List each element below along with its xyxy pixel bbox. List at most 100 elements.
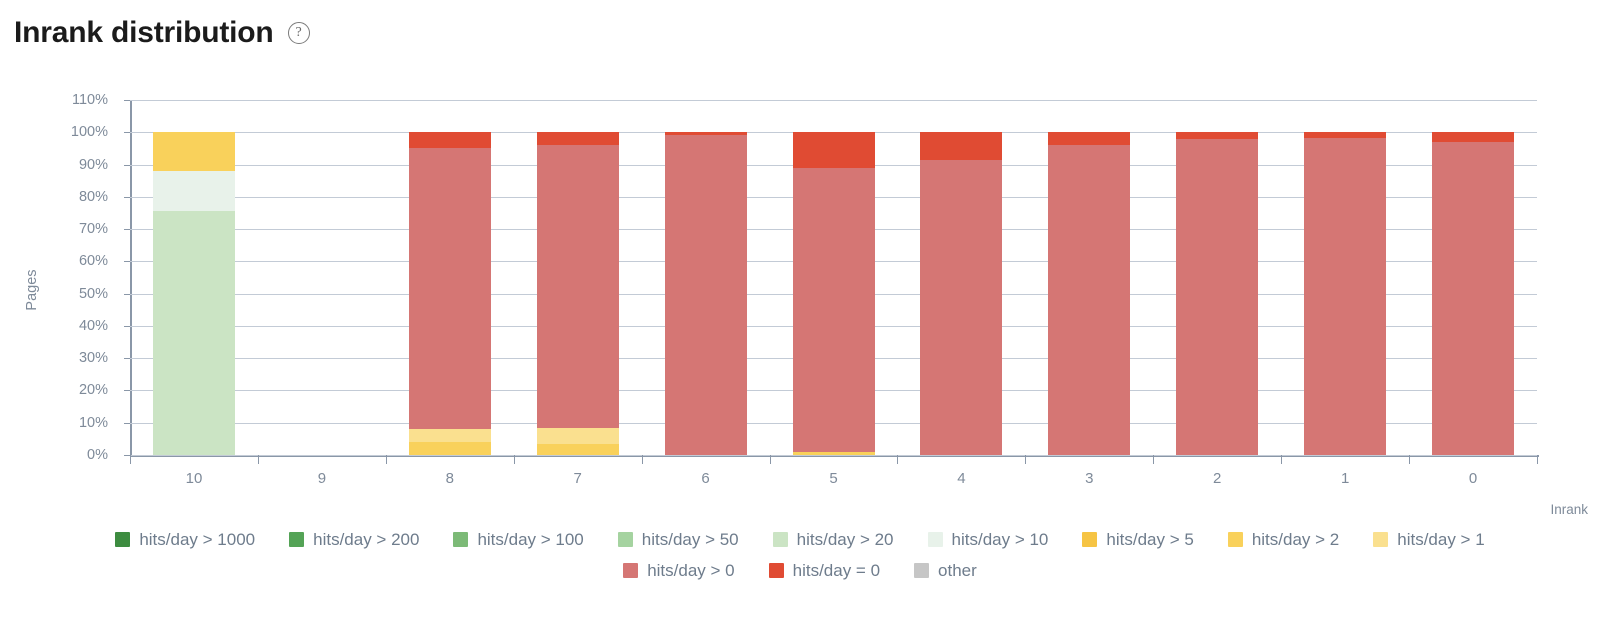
x-axis-tick-mark xyxy=(1409,455,1411,464)
bar-segment[interactable] xyxy=(536,427,619,444)
legend-label: hits/day > 0 xyxy=(647,560,735,580)
bar-segment[interactable] xyxy=(408,442,491,455)
bar-segment[interactable] xyxy=(536,132,619,146)
bar-stack[interactable] xyxy=(281,100,363,455)
bar-stack[interactable] xyxy=(536,100,619,455)
y-axis-tick-label: 70% xyxy=(78,221,108,238)
bar-stack[interactable] xyxy=(792,100,875,455)
legend-item[interactable]: hits/day > 2 xyxy=(1227,530,1339,550)
x-axis-tick-mark xyxy=(641,455,643,464)
bar-segment[interactable] xyxy=(152,132,235,171)
legend-row: hits/day > 1000 hits/day > 200 hits/day > … xyxy=(0,524,1600,555)
y-axis-tick-label: 50% xyxy=(78,285,108,302)
x-axis-tick-mark xyxy=(1153,455,1155,464)
x-axis-title: Inrank xyxy=(1550,502,1588,517)
bar-segment[interactable] xyxy=(1432,132,1515,142)
y-axis-tick-mark xyxy=(124,293,130,295)
legend-color-swatch xyxy=(927,532,943,547)
y-axis-tick-mark xyxy=(124,164,130,166)
y-axis-tick-label: 0% xyxy=(87,447,108,463)
y-axis-tick-mark xyxy=(124,455,130,456)
bar-segment[interactable] xyxy=(664,134,747,455)
bar-stack[interactable] xyxy=(1048,100,1131,455)
x-axis-tick-mark xyxy=(1537,455,1538,464)
bar-stack[interactable] xyxy=(1432,100,1515,455)
x-axis-tick-label: 8 xyxy=(445,470,454,487)
legend-item[interactable]: hits/day > 1000 xyxy=(115,530,255,550)
x-axis-tick-mark xyxy=(257,455,259,464)
legend-label: other xyxy=(938,560,977,580)
x-axis-tick-mark xyxy=(769,455,771,464)
bar-segment[interactable] xyxy=(152,211,235,455)
bar-segment[interactable] xyxy=(920,159,1003,455)
bar-stack[interactable] xyxy=(152,100,235,455)
bar-stack[interactable] xyxy=(408,100,491,455)
legend-label: hits/day > 5 xyxy=(1106,529,1194,549)
bar-segment[interactable] xyxy=(536,443,619,455)
legend-label: hits/day > 200 xyxy=(313,529,420,549)
bar-segment[interactable] xyxy=(1432,141,1515,455)
bar-segment[interactable] xyxy=(1176,132,1259,139)
legend-color-swatch xyxy=(1373,532,1389,547)
bar-stack[interactable] xyxy=(920,100,1003,455)
x-axis-tick-mark xyxy=(897,455,899,464)
legend-item[interactable]: hits/day > 0 xyxy=(623,560,735,581)
legend-item[interactable]: hits/day > 50 xyxy=(617,529,739,550)
x-axis-tick-label: 0 xyxy=(1468,470,1478,487)
bar-segment[interactable] xyxy=(536,145,619,428)
legend-label: hits/day > 1 xyxy=(1397,529,1485,549)
legend-row: hits/day > 0 hits/day = 0 other xyxy=(0,555,1600,586)
x-axis-tick-mark xyxy=(513,455,515,464)
x-axis-tick-mark xyxy=(1281,455,1283,464)
inrank-distribution-chart: 0% 10% 20% 30% 40% 50% 60% 70% 80% 90% 100% 110% Pa… xyxy=(0,84,1600,517)
bar-segment[interactable] xyxy=(1176,138,1259,455)
legend-item[interactable]: other xyxy=(914,561,977,581)
y-axis-tick-mark xyxy=(124,358,130,360)
legend-label: hits/day = 0 xyxy=(792,560,881,580)
bar-segment[interactable] xyxy=(920,132,1003,160)
legend-color-swatch xyxy=(1082,532,1098,547)
x-axis-tick-label: 1 xyxy=(1340,470,1350,487)
bar-segment[interactable] xyxy=(1304,138,1387,455)
bar-stack[interactable] xyxy=(664,100,747,455)
legend-item[interactable]: hits/day > 100 xyxy=(453,529,584,550)
legend-item[interactable]: hits/day > 5 xyxy=(1082,529,1194,550)
bar-segment[interactable] xyxy=(408,429,491,443)
legend-label: hits/day > 100 xyxy=(477,529,584,549)
x-axis-tick-label: 6 xyxy=(701,470,710,487)
plot-area xyxy=(130,100,1537,456)
y-axis-tick-label: 20% xyxy=(78,382,108,399)
bar-segment[interactable] xyxy=(792,132,875,168)
legend-color-swatch xyxy=(617,532,633,547)
bar-segment[interactable] xyxy=(408,148,491,430)
bar-segment[interactable] xyxy=(1304,132,1387,139)
legend-item[interactable]: hits/day = 0 xyxy=(768,560,881,581)
question-mark-circle-icon[interactable]: ? xyxy=(287,22,310,44)
bar-segment[interactable] xyxy=(1048,145,1131,455)
y-axis-tick-label: 80% xyxy=(78,188,108,205)
y-axis-tick-mark xyxy=(124,325,130,327)
page-title: Inrank distribution xyxy=(14,16,274,49)
y-axis-title: Pages xyxy=(24,269,40,311)
x-axis-tick-label: 10 xyxy=(185,470,203,487)
bar-segment[interactable] xyxy=(664,132,747,135)
legend-color-swatch xyxy=(772,532,788,547)
bar-segment[interactable] xyxy=(792,451,875,455)
bar-stack[interactable] xyxy=(1176,100,1259,455)
y-axis-tick-mark xyxy=(124,132,130,134)
legend-item[interactable]: hits/day > 200 xyxy=(289,530,419,550)
legend-item[interactable]: hits/day > 1 xyxy=(1373,529,1485,550)
bar-segment[interactable] xyxy=(408,132,491,149)
x-axis-tick-label: 2 xyxy=(1213,470,1222,487)
y-axis-tick-label: 40% xyxy=(78,317,108,334)
legend-item[interactable]: hits/day > 10 xyxy=(927,530,1048,550)
y-axis-tick-mark xyxy=(124,196,130,198)
legend-color-swatch xyxy=(453,532,469,547)
legend-item[interactable]: hits/day > 20 xyxy=(772,530,894,550)
bar-segment[interactable] xyxy=(792,167,875,452)
legend-label: hits/day > 50 xyxy=(641,529,739,549)
bar-stack[interactable] xyxy=(1304,100,1387,455)
bar-segment[interactable] xyxy=(1048,132,1131,146)
bar-segment[interactable] xyxy=(152,171,235,212)
legend-color-swatch xyxy=(768,563,784,578)
